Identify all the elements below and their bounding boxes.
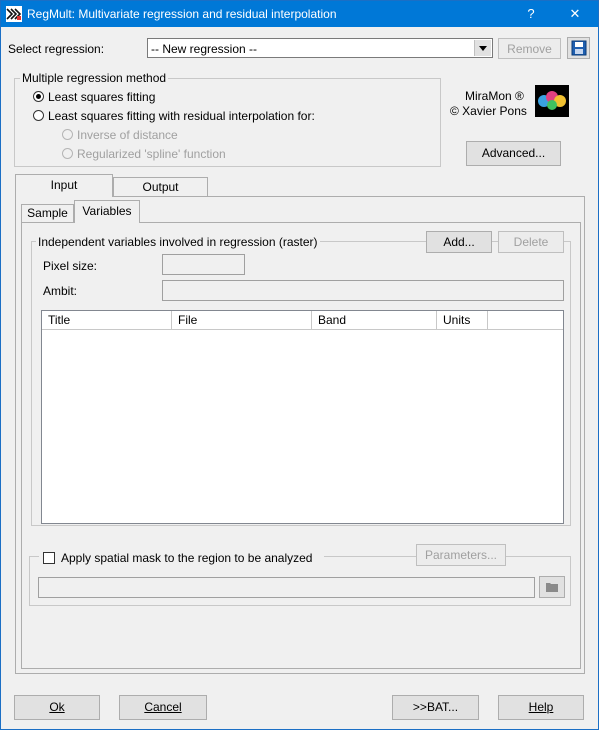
- add-variable-button[interactable]: Add...: [426, 231, 492, 253]
- close-button[interactable]: ✕: [553, 1, 597, 27]
- ambit-field: [162, 280, 564, 301]
- help-icon: ?: [527, 6, 535, 21]
- mask-path-field: [38, 577, 535, 598]
- advanced-button[interactable]: Advanced...: [466, 141, 561, 166]
- regression-select-value: -- New regression --: [151, 42, 258, 56]
- floppy-disk-icon: [571, 40, 586, 56]
- tab-input[interactable]: Input: [15, 174, 113, 197]
- miramon-logo: [535, 85, 569, 117]
- tab-variables[interactable]: Variables: [74, 200, 140, 223]
- regression-select[interactable]: -- New regression --: [147, 38, 493, 58]
- window-title: RegMult: Multivariate regression and res…: [27, 7, 337, 21]
- inverse-distance-label[interactable]: Inverse of distance: [77, 128, 178, 142]
- column-file[interactable]: File: [172, 311, 312, 329]
- cancel-button[interactable]: Cancel: [119, 695, 207, 720]
- delete-variable-button[interactable]: Delete: [498, 231, 564, 253]
- ambit-label: Ambit:: [43, 284, 78, 298]
- brand-author: © Xavier Pons: [450, 104, 527, 118]
- radio-inverse-distance[interactable]: [62, 129, 73, 140]
- brand-name: MiraMon ®: [465, 89, 524, 103]
- variables-group-label: Independent variables involved in regres…: [36, 235, 320, 249]
- pixel-size-label: Pixel size:: [43, 259, 98, 273]
- parameters-button[interactable]: Parameters...: [416, 544, 506, 566]
- folder-icon: [546, 583, 558, 592]
- regularized-spline-label[interactable]: Regularized 'spline' function: [77, 147, 226, 161]
- ok-button[interactable]: Ok: [14, 695, 100, 720]
- variables-table[interactable]: Title File Band Units: [41, 310, 564, 524]
- chevron-down-icon[interactable]: [474, 40, 491, 56]
- remove-button[interactable]: Remove: [498, 38, 561, 59]
- close-icon: ✕: [569, 6, 581, 21]
- method-group-label: Multiple regression method: [20, 71, 169, 85]
- residual-interpolation-label[interactable]: Least squares fitting with residual inte…: [48, 109, 315, 123]
- select-regression-label: Select regression:: [8, 42, 105, 56]
- table-header: Title File Band Units: [42, 311, 563, 330]
- help-button[interactable]: Help: [498, 695, 584, 720]
- radio-regularized-spline[interactable]: [62, 148, 73, 159]
- tab-output[interactable]: Output: [113, 177, 208, 197]
- least-squares-label[interactable]: Least squares fitting: [48, 90, 155, 104]
- column-band[interactable]: Band: [312, 311, 437, 329]
- tab-sample[interactable]: Sample: [21, 204, 74, 222]
- column-title[interactable]: Title: [42, 311, 172, 329]
- title-bar[interactable]: RegMult: Multivariate regression and res…: [1, 1, 598, 27]
- mask-label[interactable]: Apply spatial mask to the region to be a…: [61, 551, 312, 565]
- column-units[interactable]: Units: [437, 311, 488, 329]
- help-title-button[interactable]: ?: [509, 1, 553, 27]
- mask-checkbox[interactable]: [43, 552, 55, 564]
- save-button[interactable]: [567, 37, 590, 59]
- radio-residual-interpolation[interactable]: [33, 110, 44, 121]
- app-icon: [6, 6, 22, 22]
- dialog-window: RegMult: Multivariate regression and res…: [0, 0, 599, 730]
- browse-button[interactable]: [539, 576, 565, 598]
- radio-least-squares[interactable]: [33, 91, 44, 102]
- pixel-size-field: [162, 254, 245, 275]
- bat-button[interactable]: >>BAT...: [392, 695, 479, 720]
